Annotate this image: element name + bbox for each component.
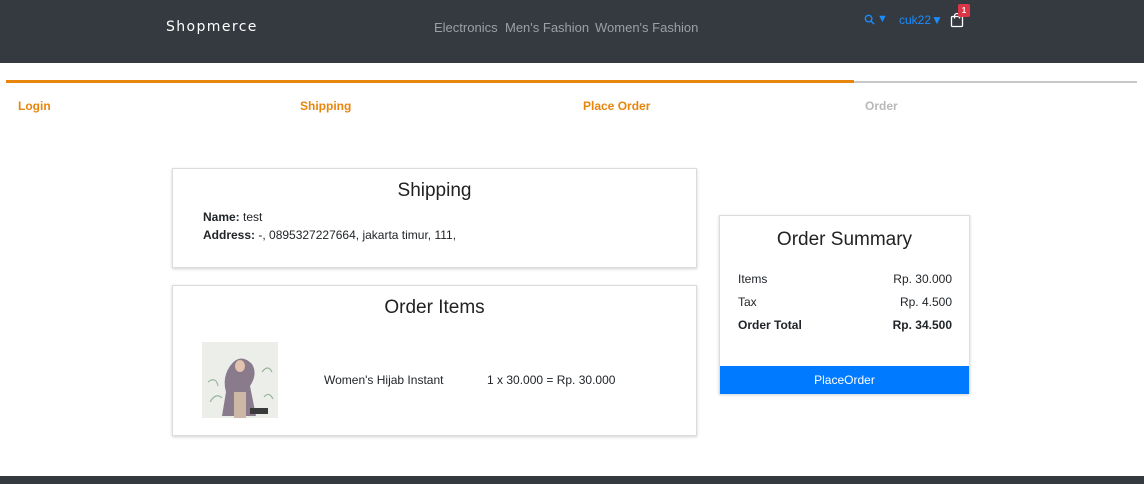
shipping-card: Shipping Name: test Address: -, 08953272…	[172, 168, 697, 268]
shipping-address: Address: -, 0895327227664, jakarta timur…	[203, 228, 456, 242]
step-place-order[interactable]: Place Order	[583, 99, 650, 113]
cart-count-badge: 1	[958, 4, 970, 17]
step-shipping[interactable]: Shipping	[300, 99, 351, 113]
shipping-title: Shipping	[397, 180, 472, 201]
step-order: Order	[865, 99, 898, 113]
place-order-button[interactable]: PlaceOrder	[720, 366, 969, 394]
checkout-progress-inactive	[854, 81, 1137, 83]
product-image[interactable]	[202, 342, 278, 418]
summary-total-value: Rp. 34.500	[892, 318, 952, 332]
search-caret: ▼	[877, 13, 888, 25]
order-item-price: 1 x 30.000 = Rp. 30.000	[487, 373, 616, 387]
user-menu[interactable]: cuk22▼	[899, 13, 943, 27]
footer-bar	[0, 476, 1144, 484]
search-toggle[interactable]: ▼	[864, 13, 888, 25]
checkout-progress-active	[6, 80, 854, 83]
summary-items-value: Rp. 30.000	[893, 272, 952, 286]
search-icon	[864, 14, 875, 25]
shipping-address-label: Address:	[203, 228, 256, 242]
shipping-address-value: -, 0895327227664, jakarta timur, 111,	[255, 228, 457, 242]
summary-tax-value: Rp. 4.500	[899, 295, 952, 309]
nav-link-womens-fashion[interactable]: Women's Fashion	[595, 20, 698, 35]
summary-items-label: Items	[738, 272, 768, 286]
hijab-product-photo	[202, 342, 278, 418]
nav-link-electronics[interactable]: Electronics	[434, 20, 498, 35]
order-items-title: Order Items	[384, 297, 485, 318]
top-navbar: Shopmerce Electronics Men's Fashion Wome…	[0, 0, 1144, 63]
shipping-name-value: test	[239, 210, 263, 224]
shipping-name: Name: test	[203, 210, 262, 224]
order-item-name[interactable]: Women's Hijab Instant	[324, 373, 443, 387]
order-items-card: Order Items Women's Hijab Instant 1 x 30…	[172, 285, 697, 436]
brand-logo[interactable]: Shopmerce	[166, 19, 258, 35]
summary-total-label: Order Total	[738, 318, 802, 332]
step-login[interactable]: Login	[18, 99, 51, 113]
summary-tax-label: Tax	[738, 295, 757, 309]
nav-link-mens-fashion[interactable]: Men's Fashion	[505, 20, 589, 35]
order-summary-title: Order Summary	[776, 229, 913, 250]
shipping-name-label: Name:	[203, 210, 240, 224]
order-summary-card: Order Summary Items Rp. 30.000 Tax Rp. 4…	[719, 215, 970, 394]
